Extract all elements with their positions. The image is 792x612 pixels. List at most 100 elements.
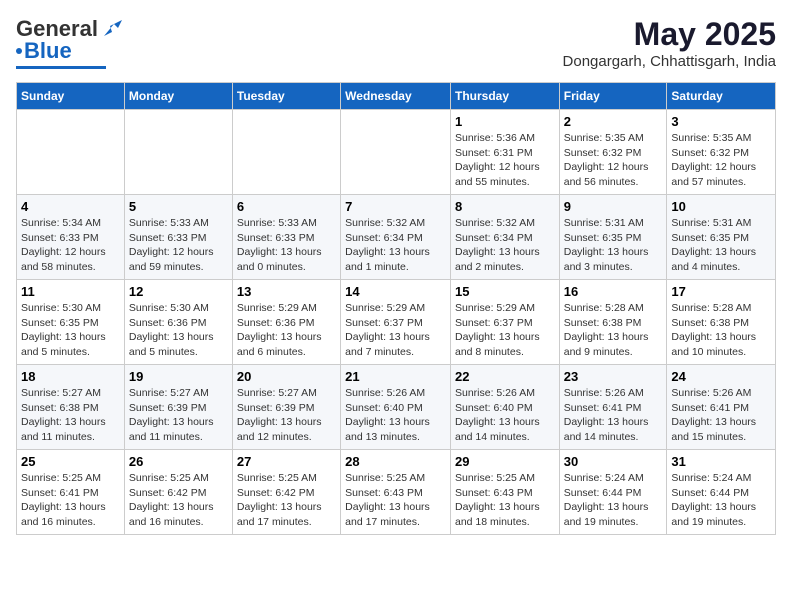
day-number: 30 — [564, 454, 663, 469]
calendar-cell — [124, 110, 232, 195]
day-info: Sunrise: 5:25 AM Sunset: 6:43 PM Dayligh… — [455, 471, 555, 530]
days-of-week-row: SundayMondayTuesdayWednesdayThursdayFrid… — [17, 83, 776, 110]
calendar-cell: 25 Sunrise: 5:25 AM Sunset: 6:41 PM Dayli… — [17, 450, 125, 535]
calendar-cell — [232, 110, 340, 195]
calendar-cell: 24 Sunrise: 5:26 AM Sunset: 6:41 PM Dayli… — [667, 365, 776, 450]
calendar-cell: 17 Sunrise: 5:28 AM Sunset: 6:38 PM Dayli… — [667, 280, 776, 365]
day-number: 8 — [455, 199, 555, 214]
week-row-3: 11Sunrise: 5:30 AM Sunset: 6:35 PM Dayli… — [17, 280, 776, 365]
week-row-5: 25 Sunrise: 5:25 AM Sunset: 6:41 PM Dayli… — [17, 450, 776, 535]
day-info: Sunrise: 5:30 AM Sunset: 6:35 PM Dayligh… — [21, 301, 120, 360]
day-number: 27 — [237, 454, 336, 469]
day-info: Sunrise: 5:29 AM Sunset: 6:37 PM Dayligh… — [345, 301, 446, 360]
day-number: 15 — [455, 284, 555, 299]
week-row-2: 4Sunrise: 5:34 AM Sunset: 6:33 PM Daylig… — [17, 195, 776, 280]
calendar-cell: 20Sunrise: 5:27 AM Sunset: 6:39 PM Dayli… — [232, 365, 340, 450]
day-info: Sunrise: 5:26 AM Sunset: 6:40 PM Dayligh… — [345, 386, 446, 445]
title-block: May 2025 Dongargarh, Chhattisgarh, India — [563, 16, 776, 70]
day-info: Sunrise: 5:26 AM Sunset: 6:41 PM Dayligh… — [564, 386, 663, 445]
month-title: May 2025 — [563, 16, 776, 53]
day-info: Sunrise: 5:34 AM Sunset: 6:33 PM Dayligh… — [21, 216, 120, 275]
calendar-cell: 22 Sunrise: 5:26 AM Sunset: 6:40 PM Dayli… — [450, 365, 559, 450]
logo-bird-icon — [100, 18, 122, 40]
calendar-cell: 4Sunrise: 5:34 AM Sunset: 6:33 PM Daylig… — [17, 195, 125, 280]
day-number: 24 — [671, 369, 771, 384]
day-info: Sunrise: 5:33 AM Sunset: 6:33 PM Dayligh… — [129, 216, 228, 275]
day-number: 26 — [129, 454, 228, 469]
calendar-cell: 9Sunrise: 5:31 AM Sunset: 6:35 PM Daylig… — [559, 195, 667, 280]
day-info: Sunrise: 5:35 AM Sunset: 6:32 PM Dayligh… — [671, 131, 771, 190]
day-info: Sunrise: 5:29 AM Sunset: 6:36 PM Dayligh… — [237, 301, 336, 360]
day-of-week-tuesday: Tuesday — [232, 83, 340, 110]
day-info: Sunrise: 5:35 AM Sunset: 6:32 PM Dayligh… — [564, 131, 663, 190]
day-number: 17 — [671, 284, 771, 299]
calendar-cell: 26 Sunrise: 5:25 AM Sunset: 6:42 PM Dayli… — [124, 450, 232, 535]
day-number: 3 — [671, 114, 771, 129]
day-info: Sunrise: 5:25 AM Sunset: 6:43 PM Dayligh… — [345, 471, 446, 530]
day-number: 7 — [345, 199, 446, 214]
day-info: Sunrise: 5:32 AM Sunset: 6:34 PM Dayligh… — [455, 216, 555, 275]
day-info: Sunrise: 5:26 AM Sunset: 6:40 PM Dayligh… — [455, 386, 555, 445]
day-number: 29 — [455, 454, 555, 469]
week-row-4: 18 Sunrise: 5:27 AM Sunset: 6:38 PM Dayli… — [17, 365, 776, 450]
day-info: Sunrise: 5:25 AM Sunset: 6:42 PM Dayligh… — [129, 471, 228, 530]
calendar-cell: 23 Sunrise: 5:26 AM Sunset: 6:41 PM Dayli… — [559, 365, 667, 450]
day-of-week-sunday: Sunday — [17, 83, 125, 110]
calendar-cell: 29 Sunrise: 5:25 AM Sunset: 6:43 PM Dayli… — [450, 450, 559, 535]
calendar-cell — [17, 110, 125, 195]
day-info: Sunrise: 5:24 AM Sunset: 6:44 PM Dayligh… — [564, 471, 663, 530]
calendar-cell: 19Sunrise: 5:27 AM Sunset: 6:39 PM Dayli… — [124, 365, 232, 450]
day-info: Sunrise: 5:30 AM Sunset: 6:36 PM Dayligh… — [129, 301, 228, 360]
day-number: 21 — [345, 369, 446, 384]
day-number: 12 — [129, 284, 228, 299]
day-info: Sunrise: 5:25 AM Sunset: 6:41 PM Dayligh… — [21, 471, 120, 530]
day-of-week-monday: Monday — [124, 83, 232, 110]
calendar-cell — [341, 110, 451, 195]
day-info: Sunrise: 5:28 AM Sunset: 6:38 PM Dayligh… — [564, 301, 663, 360]
calendar-cell: 3 Sunrise: 5:35 AM Sunset: 6:32 PM Daylig… — [667, 110, 776, 195]
day-info: Sunrise: 5:32 AM Sunset: 6:34 PM Dayligh… — [345, 216, 446, 275]
calendar-cell: 18 Sunrise: 5:27 AM Sunset: 6:38 PM Dayli… — [17, 365, 125, 450]
calendar-cell: 11Sunrise: 5:30 AM Sunset: 6:35 PM Dayli… — [17, 280, 125, 365]
day-info: Sunrise: 5:31 AM Sunset: 6:35 PM Dayligh… — [671, 216, 771, 275]
day-info: Sunrise: 5:24 AM Sunset: 6:44 PM Dayligh… — [671, 471, 771, 530]
day-number: 18 — [21, 369, 120, 384]
day-number: 16 — [564, 284, 663, 299]
day-number: 10 — [671, 199, 771, 214]
calendar-cell: 12 Sunrise: 5:30 AM Sunset: 6:36 PM Dayli… — [124, 280, 232, 365]
calendar-cell: 5 Sunrise: 5:33 AM Sunset: 6:33 PM Daylig… — [124, 195, 232, 280]
page-header: General Blue May 2025 Dongargarh, Chhatt… — [16, 16, 776, 70]
calendar-cell: 21 Sunrise: 5:26 AM Sunset: 6:40 PM Dayli… — [341, 365, 451, 450]
logo: General Blue — [16, 16, 122, 69]
calendar-body: 1 Sunrise: 5:36 AM Sunset: 6:31 PM Daylig… — [17, 110, 776, 535]
day-number: 1 — [455, 114, 555, 129]
calendar-cell: 31 Sunrise: 5:24 AM Sunset: 6:44 PM Dayli… — [667, 450, 776, 535]
day-of-week-friday: Friday — [559, 83, 667, 110]
day-number: 25 — [21, 454, 120, 469]
day-number: 31 — [671, 454, 771, 469]
day-number: 28 — [345, 454, 446, 469]
day-number: 5 — [129, 199, 228, 214]
day-info: Sunrise: 5:33 AM Sunset: 6:33 PM Dayligh… — [237, 216, 336, 275]
day-of-week-saturday: Saturday — [667, 83, 776, 110]
day-info: Sunrise: 5:36 AM Sunset: 6:31 PM Dayligh… — [455, 131, 555, 190]
day-info: Sunrise: 5:26 AM Sunset: 6:41 PM Dayligh… — [671, 386, 771, 445]
day-number: 23 — [564, 369, 663, 384]
calendar-cell: 7 Sunrise: 5:32 AM Sunset: 6:34 PM Daylig… — [341, 195, 451, 280]
logo-blue-text: Blue — [24, 38, 72, 64]
day-info: Sunrise: 5:25 AM Sunset: 6:42 PM Dayligh… — [237, 471, 336, 530]
calendar-cell: 27 Sunrise: 5:25 AM Sunset: 6:42 PM Dayli… — [232, 450, 340, 535]
day-info: Sunrise: 5:31 AM Sunset: 6:35 PM Dayligh… — [564, 216, 663, 275]
calendar-cell: 16 Sunrise: 5:28 AM Sunset: 6:38 PM Dayli… — [559, 280, 667, 365]
day-number: 6 — [237, 199, 336, 214]
day-number: 22 — [455, 369, 555, 384]
calendar-cell: 13Sunrise: 5:29 AM Sunset: 6:36 PM Dayli… — [232, 280, 340, 365]
calendar-cell: 8 Sunrise: 5:32 AM Sunset: 6:34 PM Daylig… — [450, 195, 559, 280]
day-number: 19 — [129, 369, 228, 384]
day-number: 14 — [345, 284, 446, 299]
day-info: Sunrise: 5:27 AM Sunset: 6:38 PM Dayligh… — [21, 386, 120, 445]
week-row-1: 1 Sunrise: 5:36 AM Sunset: 6:31 PM Daylig… — [17, 110, 776, 195]
day-info: Sunrise: 5:28 AM Sunset: 6:38 PM Dayligh… — [671, 301, 771, 360]
calendar-cell: 14 Sunrise: 5:29 AM Sunset: 6:37 PM Dayli… — [341, 280, 451, 365]
calendar-cell: 10 Sunrise: 5:31 AM Sunset: 6:35 PM Dayli… — [667, 195, 776, 280]
